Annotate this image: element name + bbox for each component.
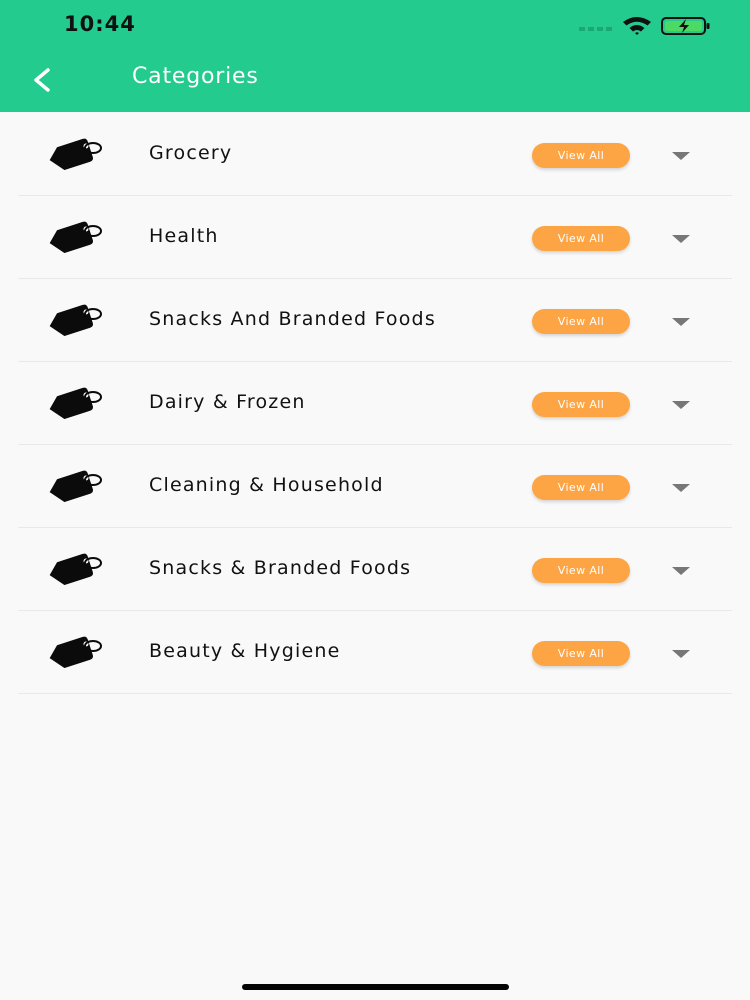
- category-label: Snacks And Branded Foods: [149, 308, 436, 330]
- app-header: 10:44 Categories: [0, 0, 750, 112]
- cellular-signal-icon: [579, 27, 612, 31]
- chevron-down-icon[interactable]: [672, 235, 690, 243]
- category-label: Snacks & Branded Foods: [149, 557, 412, 579]
- view-all-button[interactable]: View All: [532, 558, 630, 583]
- view-all-button[interactable]: View All: [532, 392, 630, 417]
- category-row-dairy-frozen[interactable]: Dairy & Frozen View All: [18, 362, 732, 445]
- category-row-beauty-hygiene[interactable]: Beauty & Hygiene View All: [18, 611, 732, 694]
- tag-icon: [49, 221, 102, 253]
- category-row-snacks-and-branded-foods[interactable]: Snacks And Branded Foods View All: [18, 279, 732, 362]
- view-all-button[interactable]: View All: [532, 226, 630, 251]
- category-label: Health: [149, 225, 219, 247]
- category-label: Beauty & Hygiene: [149, 640, 341, 662]
- battery-charging-icon: [661, 17, 710, 35]
- tag-icon: [49, 636, 102, 668]
- home-indicator[interactable]: [242, 984, 509, 990]
- back-button[interactable]: [22, 60, 62, 100]
- tag-icon: [49, 553, 102, 585]
- status-time: 10:44: [64, 12, 136, 36]
- chevron-down-icon[interactable]: [672, 401, 690, 409]
- category-label: Cleaning & Household: [149, 474, 384, 496]
- view-all-button[interactable]: View All: [532, 641, 630, 666]
- chevron-down-icon[interactable]: [672, 318, 690, 326]
- category-row-grocery[interactable]: Grocery View All: [18, 113, 732, 196]
- category-label: Grocery: [149, 142, 233, 164]
- tag-icon: [49, 304, 102, 336]
- category-row-health[interactable]: Health View All: [18, 196, 732, 279]
- category-label: Dairy & Frozen: [149, 391, 306, 413]
- chevron-down-icon[interactable]: [672, 484, 690, 492]
- category-row-snacks-branded-foods[interactable]: Snacks & Branded Foods View All: [18, 528, 732, 611]
- tag-icon: [49, 470, 102, 502]
- wifi-icon: [623, 17, 651, 35]
- tag-icon: [49, 138, 102, 170]
- view-all-button[interactable]: View All: [532, 475, 630, 500]
- chevron-down-icon[interactable]: [672, 650, 690, 658]
- category-row-cleaning-household[interactable]: Cleaning & Household View All: [18, 445, 732, 528]
- chevron-down-icon[interactable]: [672, 152, 690, 160]
- tag-icon: [49, 387, 102, 419]
- page-title: Categories: [132, 64, 259, 89]
- view-all-button[interactable]: View All: [532, 309, 630, 334]
- chevron-down-icon[interactable]: [672, 567, 690, 575]
- category-list: Grocery View All Health View All Snacks …: [18, 113, 732, 694]
- view-all-button[interactable]: View All: [532, 143, 630, 168]
